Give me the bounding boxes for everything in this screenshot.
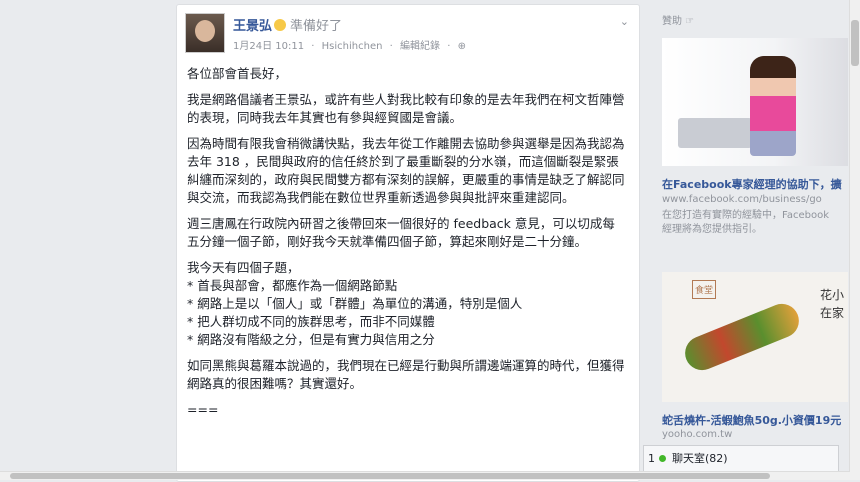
ad-url[interactable]: www.facebook.com/business/go [662, 194, 848, 205]
feeling-emoji-icon [274, 19, 287, 31]
meta-separator: · [447, 41, 451, 52]
laptop-shape [678, 118, 752, 148]
sponsored-title[interactable]: 贊助 ☞ [662, 12, 694, 27]
news-feed-post: 王景弘 準備好了 1月24日 10:11 · Hsichihchen · 編輯紀錄… [176, 4, 640, 482]
post-divider: === [187, 402, 219, 417]
chat-count-prefix: 1 [648, 452, 655, 465]
ad-image-food[interactable]: 食堂 花小 在家 [662, 272, 848, 402]
topic-list: 我今天有四個子題， * 首長與部會，都應作為一個網路節點 * 網路上是以「個人」… [187, 259, 627, 349]
chat-label: 聊天室(82) [672, 452, 728, 465]
edit-history-link[interactable]: 編輯紀錄 [400, 41, 440, 52]
feeling-text: 準備好了 [290, 19, 343, 34]
topic-list-item: * 首長與部會，都應作為一個網路節點 [187, 278, 398, 293]
ad-badge: 食堂 [692, 280, 717, 299]
meta-separator: · [311, 41, 315, 52]
post-meta: 1月24日 10:11 · Hsichihchen · 編輯紀錄 · ⊕ [233, 37, 470, 52]
chevron-down-icon[interactable]: ⌄ [620, 15, 629, 28]
topic-list-intro: 我今天有四個子題， [187, 260, 300, 275]
ad-image-woman-laptop[interactable] [662, 38, 848, 166]
tagged-user[interactable]: Hsichihchen [322, 41, 383, 52]
post-paragraph: 週三唐鳳在行政院內研習之後帶回來一個很好的 feedback 意見，可以切成每五… [187, 216, 615, 249]
vertical-scrollbar[interactable] [849, 0, 860, 480]
chat-sidebar-bar[interactable]: 1 聊天室(82) [643, 445, 839, 473]
food-skewer-shape [680, 298, 804, 376]
horizontal-scrollbar[interactable] [0, 471, 850, 480]
woman-shape [750, 56, 796, 156]
author-name[interactable]: 王景弘 [233, 19, 272, 34]
ad-description: 經理將為您提供指引。 [662, 224, 762, 235]
post-paragraph: 如同黑熊與葛羅本說過的，我們現在已經是行動與所謂邊端運算的時代，但獲得網路真的很… [187, 358, 625, 391]
post-paragraph: 各位部會首長好， [187, 66, 288, 81]
post-paragraph: 因為時間有限我會稍微講快點，我去年從工作離開去協助參與選舉是因為我認為去年 31… [187, 136, 625, 205]
online-dot-icon [659, 455, 666, 462]
topic-list-item: * 把人群切成不同的族群思考，而非不同媒體 [187, 314, 435, 329]
ad-url[interactable]: yooho.com.tw [662, 429, 848, 440]
ad-headline[interactable]: 在Facebook專家經理的協助下，擴 [662, 176, 848, 192]
author-avatar[interactable] [185, 13, 225, 53]
post-body: 各位部會首長好， 我是網路倡議者王景弘，或許有些人對我比較有印象的是去年我們在柯… [187, 65, 627, 427]
post-timestamp[interactable]: 1月24日 10:11 [233, 41, 304, 52]
post-paragraph: 我是網路倡議者王景弘，或許有些人對我比較有印象的是去年我們在柯文哲陣營的表現，同… [187, 92, 625, 125]
vertical-scrollbar-thumb[interactable] [851, 20, 859, 66]
right-sidebar-ads: 贊助 ☞ 在Facebook專家經理的協助下，擴 www.facebook.co… [652, 0, 848, 480]
horizontal-scrollbar-thumb[interactable] [10, 473, 770, 479]
topic-list-item: * 網路沒有階級之分，但是有實力與信用之分 [187, 332, 435, 347]
topic-list-item: * 網路上是以「個人」或「群體」為單位的溝通，特別是個人 [187, 296, 523, 311]
ad-description: 在您打造有實際的經驗中，Facebook [662, 210, 829, 221]
globe-icon: ⊕ [457, 41, 466, 52]
ad-image-text: 花小 在家 [819, 288, 844, 320]
post-header: 王景弘 準備好了 [233, 15, 342, 34]
meta-separator: · [389, 41, 393, 52]
ad-headline[interactable]: 蛇舌燒杵-活蝦鮑魚50g.小資價19元 [662, 412, 848, 428]
